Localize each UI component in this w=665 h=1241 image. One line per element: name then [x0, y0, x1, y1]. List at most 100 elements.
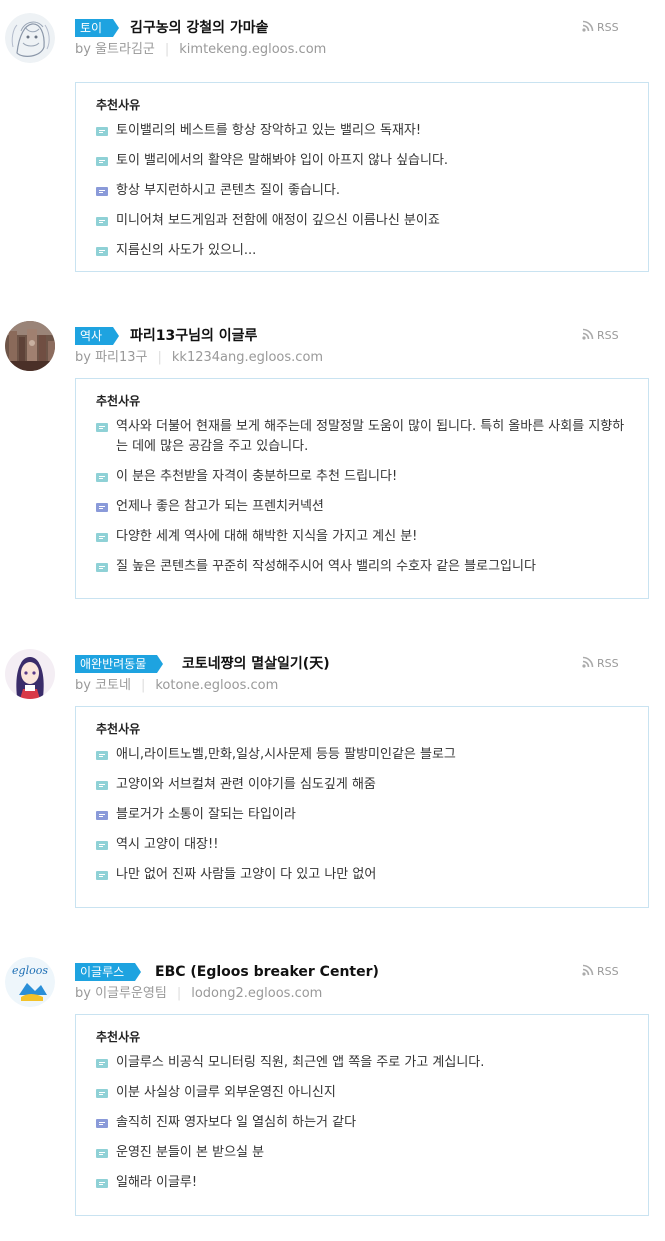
- speech-bubble-icon: [96, 503, 108, 512]
- reason-text: 이 분은 추천받을 자격이 충분하므로 추천 드립니다!: [116, 469, 398, 484]
- reason-item: 항상 부지런하시고 콘텐츠 질이 좋습니다.: [96, 181, 628, 201]
- reason-item: 언제나 좋은 참고가 되는 프렌치커넥션: [96, 497, 628, 517]
- reason-text: 일해라 이글루!: [116, 1175, 198, 1190]
- reason-item: 토이 밸리에서의 활약은 말해봐야 입이 아프지 않나 싶습니다.: [96, 151, 628, 171]
- speech-bubble-icon: [96, 247, 108, 256]
- avatar-logo-text: egloos: [12, 964, 48, 977]
- recommendation-box: 추천사유 애니,라이트노벨,만화,일상,시사문제 등등 팔방미인같은 블로그 고…: [75, 706, 649, 908]
- reason-item: 다양한 세계 역사에 대해 해박한 지식을 가지고 계신 분!: [96, 527, 628, 547]
- egloos-logo-avatar-icon: egloos: [5, 957, 55, 1007]
- reason-list: 이글루스 비공식 모니터링 직원, 최근엔 앱 쪽을 주로 가고 계십니다. 이…: [96, 1053, 628, 1203]
- recommendation-box: 추천사유 이글루스 비공식 모니터링 직원, 최근엔 앱 쪽을 주로 가고 계십…: [75, 1014, 649, 1216]
- speech-bubble-icon: [96, 127, 108, 136]
- category-badge[interactable]: 토이: [75, 19, 120, 37]
- reason-heading: 추천사유: [96, 1030, 141, 1044]
- author-name[interactable]: by 파리13구: [75, 350, 148, 365]
- speech-bubble-icon: [96, 157, 108, 166]
- speech-bubble-icon: [96, 1059, 108, 1068]
- divider: |: [176, 986, 182, 1001]
- reason-item: 미니어쳐 보드게임과 전함에 애정이 깊으신 이름나신 분이죠: [96, 211, 628, 231]
- reason-item: 역시 고양이 대장!!: [96, 835, 628, 855]
- reason-text: 미니어쳐 보드게임과 전함에 애정이 깊으신 이름나신 분이죠: [116, 213, 440, 228]
- speech-bubble-icon: [96, 187, 108, 196]
- avatar[interactable]: [5, 321, 55, 371]
- blog-title[interactable]: 파리13구님의 이글루: [130, 327, 257, 345]
- reason-text: 언제나 좋은 참고가 되는 프렌치커넥션: [116, 499, 324, 514]
- author-name[interactable]: by 코토네: [75, 678, 131, 693]
- reason-item: 역사와 더불어 현재를 보게 해주는데 정말정말 도움이 많이 됩니다. 특히 …: [96, 417, 628, 457]
- reason-text: 이분 사실상 이글루 외부운영진 아니신지: [116, 1085, 336, 1100]
- speech-bubble-icon: [96, 563, 108, 572]
- speech-bubble-icon: [96, 533, 108, 542]
- speech-bubble-icon: [96, 217, 108, 226]
- reason-item: 운영진 분들이 본 받으실 분: [96, 1143, 628, 1163]
- blog-title[interactable]: EBC (Egloos breaker Center): [155, 963, 379, 981]
- speech-bubble-icon: [96, 751, 108, 760]
- reason-item: 나만 없어 진짜 사람들 고양이 다 있고 나만 없어: [96, 865, 628, 885]
- reason-list: 역사와 더불어 현재를 보게 해주는데 정말정말 도움이 많이 됩니다. 특히 …: [96, 417, 628, 587]
- speech-bubble-icon: [96, 1179, 108, 1188]
- reason-text: 블로거가 소통이 잘되는 타입이라: [116, 807, 296, 822]
- rss-icon: [582, 328, 594, 340]
- city-photo-avatar-icon: [5, 321, 55, 371]
- reason-item: 일해라 이글루!: [96, 1173, 628, 1193]
- reason-heading: 추천사유: [96, 98, 141, 112]
- blog-url-link[interactable]: lodong2.egloos.com: [191, 986, 322, 1001]
- recommendation-box: 추천사유 역사와 더불어 현재를 보게 해주는데 정말정말 도움이 많이 됩니다…: [75, 378, 649, 599]
- rss-button[interactable]: RSS: [582, 328, 619, 344]
- reason-item: 애니,라이트노벨,만화,일상,시사문제 등등 팔방미인같은 블로그: [96, 745, 628, 765]
- blog-title[interactable]: 김구농의 강철의 가마솥: [130, 19, 269, 37]
- author-name[interactable]: by 이글루운영팀: [75, 986, 167, 1001]
- anime-girl-avatar-icon: [5, 649, 55, 699]
- avatar[interactable]: egloos: [5, 957, 55, 1007]
- reason-text: 고양이와 서브컬쳐 관련 이야기를 심도깊게 해줌: [116, 777, 376, 792]
- category-badge[interactable]: 역사: [75, 327, 120, 345]
- blog-url-link[interactable]: kk1234ang.egloos.com: [172, 350, 323, 365]
- byline: by 이글루운영팀 | lodong2.egloos.com: [75, 986, 322, 1002]
- reason-text: 역시 고양이 대장!!: [116, 837, 219, 852]
- reason-item: 솔직히 진짜 영자보다 일 열심히 하는거 같다: [96, 1113, 628, 1133]
- reason-item: 질 높은 콘텐츠를 꾸준히 작성해주시어 역사 밸리의 수호자 같은 블로그입니…: [96, 557, 628, 577]
- category-badge[interactable]: 이글루스: [75, 963, 142, 981]
- speech-bubble-icon: [96, 473, 108, 482]
- reason-item: 이 분은 추천받을 자격이 충분하므로 추천 드립니다!: [96, 467, 628, 487]
- rss-icon: [582, 656, 594, 668]
- byline: by 울트라김군 | kimtekeng.egloos.com: [75, 42, 326, 58]
- divider: |: [164, 42, 170, 57]
- rss-icon: [582, 964, 594, 976]
- rss-label: RSS: [597, 329, 619, 342]
- rss-label: RSS: [597, 965, 619, 978]
- speech-bubble-icon: [96, 811, 108, 820]
- blog-title[interactable]: 코토네쨩의 멸살일기(天): [182, 655, 330, 673]
- speech-bubble-icon: [96, 1119, 108, 1128]
- rss-button[interactable]: RSS: [582, 656, 619, 672]
- reason-item: 고양이와 서브컬쳐 관련 이야기를 심도깊게 해줌: [96, 775, 628, 795]
- reason-text: 애니,라이트노벨,만화,일상,시사문제 등등 팔방미인같은 블로그: [116, 747, 456, 762]
- speech-bubble-icon: [96, 1089, 108, 1098]
- speech-bubble-icon: [96, 841, 108, 850]
- reason-item: 지름신의 사도가 있으니...: [96, 241, 628, 261]
- reason-heading: 추천사유: [96, 394, 141, 408]
- speech-bubble-icon: [96, 423, 108, 432]
- reason-text: 질 높은 콘텐츠를 꾸준히 작성해주시어 역사 밸리의 수호자 같은 블로그입니…: [116, 559, 536, 574]
- blog-url-link[interactable]: kimtekeng.egloos.com: [179, 42, 326, 57]
- blog-url-link[interactable]: kotone.egloos.com: [155, 678, 278, 693]
- category-badge[interactable]: 애완반려동물: [75, 655, 164, 673]
- divider: |: [140, 678, 146, 693]
- reason-item: 이글루스 비공식 모니터링 직원, 최근엔 앱 쪽을 주로 가고 계십니다.: [96, 1053, 628, 1073]
- author-name[interactable]: by 울트라김군: [75, 42, 155, 57]
- reason-text: 항상 부지런하시고 콘텐츠 질이 좋습니다.: [116, 183, 340, 198]
- recommendation-box: 추천사유 토이밸리의 베스트를 항상 장악하고 있는 밸리으 독재자! 토이 밸…: [75, 82, 649, 272]
- rss-button[interactable]: RSS: [582, 964, 619, 980]
- divider: |: [157, 350, 162, 365]
- reason-text: 토이밸리의 베스트를 항상 장악하고 있는 밸리으 독재자!: [116, 123, 422, 138]
- reason-text: 솔직히 진짜 영자보다 일 열심히 하는거 같다: [116, 1115, 357, 1130]
- reason-heading: 추천사유: [96, 722, 141, 736]
- avatar[interactable]: [5, 649, 55, 699]
- reason-text: 토이 밸리에서의 활약은 말해봐야 입이 아프지 않나 싶습니다.: [116, 153, 449, 168]
- reason-item: 토이밸리의 베스트를 항상 장악하고 있는 밸리으 독재자!: [96, 121, 628, 141]
- rss-button[interactable]: RSS: [582, 20, 619, 36]
- reason-item: 블로거가 소통이 잘되는 타입이라: [96, 805, 628, 825]
- avatar[interactable]: [5, 13, 55, 63]
- reason-text: 이글루스 비공식 모니터링 직원, 최근엔 앱 쪽을 주로 가고 계십니다.: [116, 1055, 485, 1070]
